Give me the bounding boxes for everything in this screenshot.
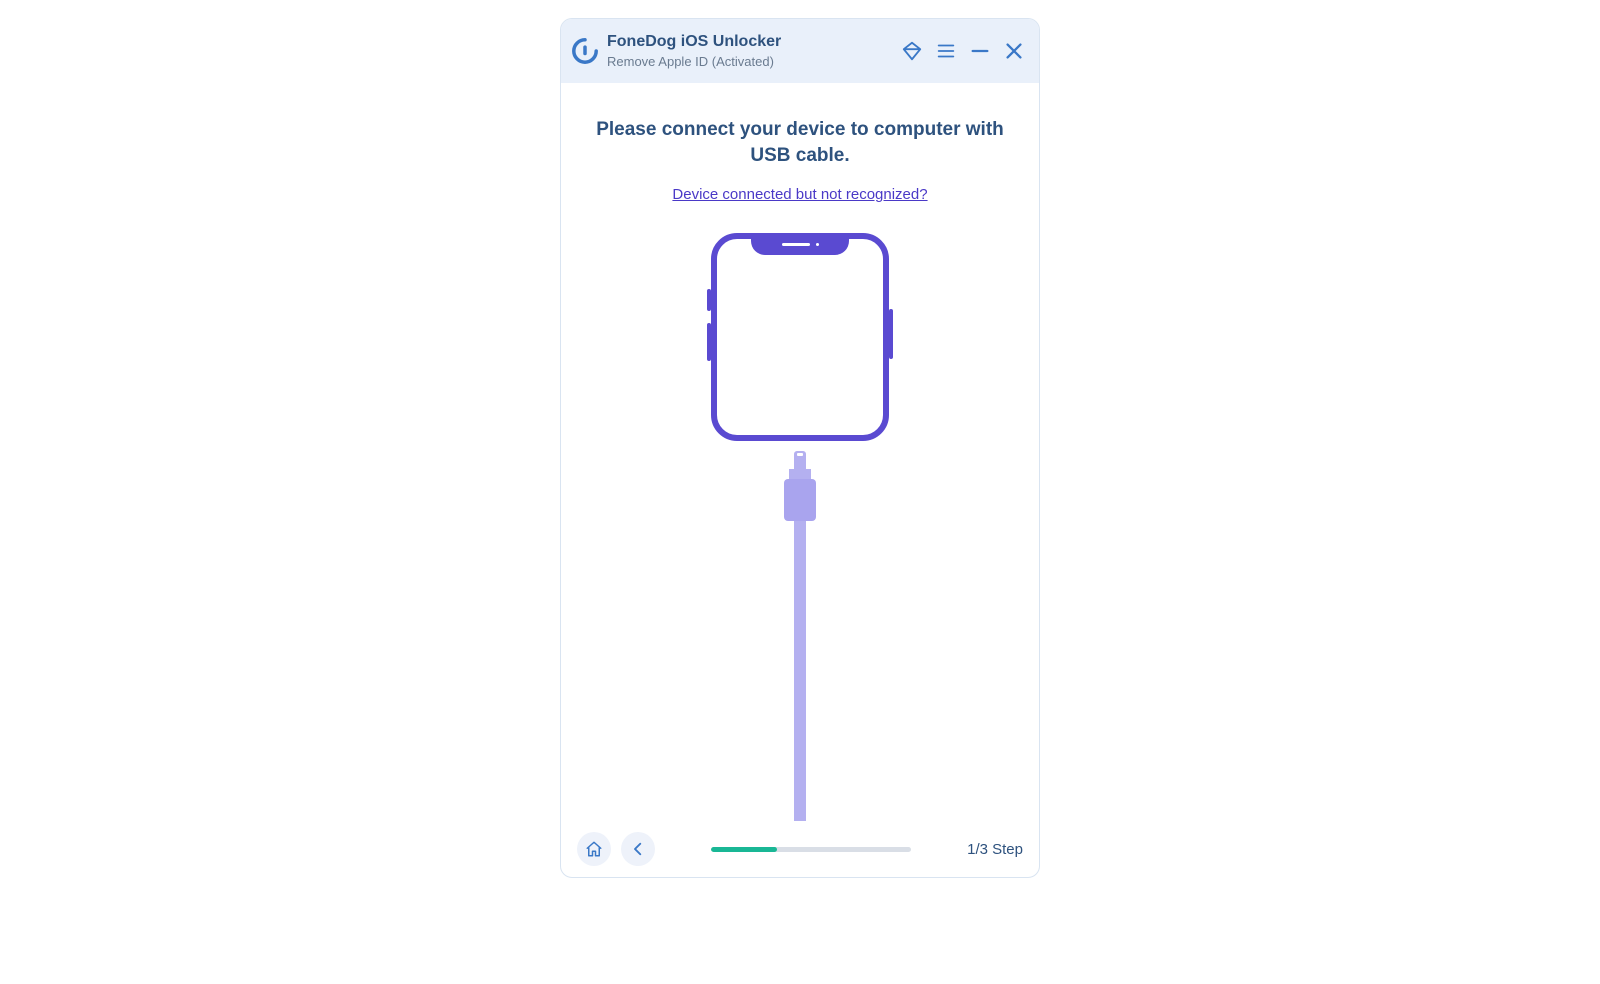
phone-outline-icon [711, 233, 889, 441]
window-controls [901, 40, 1025, 62]
device-illustration [561, 233, 1039, 821]
close-icon[interactable] [1003, 40, 1025, 62]
instruction-headline: Please connect your device to computer w… [590, 117, 1010, 168]
cable-wire [794, 521, 806, 821]
title-text: FoneDog iOS Unlocker Remove Apple ID (Ac… [607, 32, 901, 70]
step-label: 1/3 Step [967, 841, 1023, 858]
help-link[interactable]: Device connected but not recognized? [672, 186, 927, 203]
app-logo-icon [571, 37, 599, 65]
home-button[interactable] [577, 832, 611, 866]
minimize-icon[interactable] [969, 40, 991, 62]
progress-bar [711, 847, 911, 852]
app-window: FoneDog iOS Unlocker Remove Apple ID (Ac… [560, 18, 1040, 878]
menu-icon[interactable] [935, 40, 957, 62]
main-content: Please connect your device to computer w… [561, 83, 1039, 821]
notch-camera-dot [816, 243, 819, 246]
diamond-icon[interactable] [901, 40, 923, 62]
phone-side-button [889, 309, 893, 359]
cable-neck [789, 469, 811, 479]
back-button[interactable] [621, 832, 655, 866]
notch-speaker [782, 243, 810, 246]
title-bar: FoneDog iOS Unlocker Remove Apple ID (Ac… [561, 19, 1039, 83]
footer-bar: 1/3 Step [561, 821, 1039, 877]
usb-cable-icon [784, 451, 816, 821]
progress-wrap [665, 847, 957, 852]
phone-side-button [707, 323, 711, 361]
phone-notch [751, 233, 849, 255]
cable-plug [784, 479, 816, 521]
app-subtitle: Remove Apple ID (Activated) [607, 54, 901, 70]
cable-tip [794, 451, 806, 469]
app-title: FoneDog iOS Unlocker [607, 32, 901, 52]
progress-fill [711, 847, 777, 852]
phone-side-button [707, 289, 711, 311]
